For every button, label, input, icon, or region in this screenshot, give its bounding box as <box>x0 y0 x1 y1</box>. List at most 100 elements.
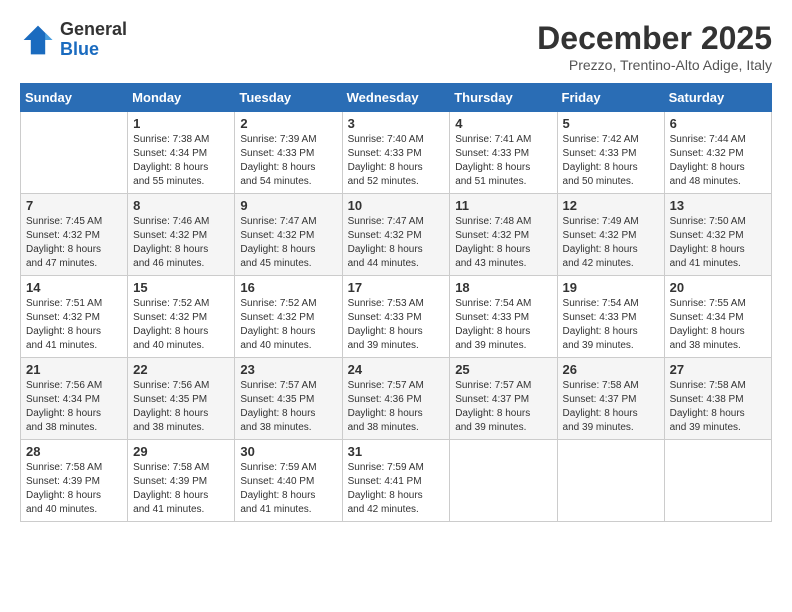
day-cell: 14 Sunrise: 7:51 AMSunset: 4:32 PMDayligh… <box>21 276 128 358</box>
day-cell: 27Sunrise: 7:58 AMSunset: 4:38 PMDayligh… <box>664 358 771 440</box>
day-cell: 20 Sunrise: 7:55 AMSunset: 4:34 PMDayligh… <box>664 276 771 358</box>
day-cell: 30 Sunrise: 7:59 AMSunset: 4:40 PMDayligh… <box>235 440 342 522</box>
day-info: Sunrise: 7:57 AMSunset: 4:37 PMDaylight:… <box>455 379 551 435</box>
week-row-4: 21 Sunrise: 7:56 AMSunset: 4:34 PMDayligh… <box>21 358 772 440</box>
day-cell: 6 Sunrise: 7:44 AMSunset: 4:32 PMDaylight… <box>664 112 771 194</box>
day-cell: 7 Sunrise: 7:45 AMSunset: 4:32 PMDaylight… <box>21 194 128 276</box>
day-cell: 28 Sunrise: 7:58 AMSunset: 4:39 PMDayligh… <box>21 440 128 522</box>
day-info: Sunrise: 7:55 AMSunset: 4:34 PMDaylight:… <box>670 297 766 353</box>
day-number: 7 <box>26 198 122 213</box>
day-number: 5 <box>563 116 659 131</box>
day-info: Sunrise: 7:54 AMSunset: 4:33 PMDaylight:… <box>563 297 659 353</box>
day-info: Sunrise: 7:57 AMSunset: 4:35 PMDaylight:… <box>240 379 336 435</box>
day-info: Sunrise: 7:59 AMSunset: 4:40 PMDaylight:… <box>240 461 336 517</box>
day-number: 18 <box>455 280 551 295</box>
day-number: 2 <box>240 116 336 131</box>
day-cell: 4 Sunrise: 7:41 AMSunset: 4:33 PMDaylight… <box>450 112 557 194</box>
day-number: 21 <box>26 362 122 377</box>
day-cell <box>664 440 771 522</box>
day-info: Sunrise: 7:49 AMSunset: 4:32 PMDaylight:… <box>563 215 659 271</box>
day-number: 26 <box>563 362 659 377</box>
logo-text: General Blue <box>60 20 127 60</box>
day-number: 19 <box>563 280 659 295</box>
day-cell: 2 Sunrise: 7:39 AMSunset: 4:33 PMDaylight… <box>235 112 342 194</box>
day-cell: 11 Sunrise: 7:48 AMSunset: 4:32 PMDayligh… <box>450 194 557 276</box>
logo-blue: Blue <box>60 40 127 60</box>
day-number: 16 <box>240 280 336 295</box>
day-info: Sunrise: 7:44 AMSunset: 4:32 PMDaylight:… <box>670 133 766 189</box>
day-cell <box>450 440 557 522</box>
day-header-monday: Monday <box>128 84 235 112</box>
day-cell: 25 Sunrise: 7:57 AMSunset: 4:37 PMDayligh… <box>450 358 557 440</box>
day-number: 22 <box>133 362 229 377</box>
day-number: 6 <box>670 116 766 131</box>
day-cell: 22 Sunrise: 7:56 AMSunset: 4:35 PMDayligh… <box>128 358 235 440</box>
day-info: Sunrise: 7:58 AMSunset: 4:38 PMDaylight:… <box>670 379 766 435</box>
day-number: 17 <box>348 280 445 295</box>
day-number: 9 <box>240 198 336 213</box>
day-number: 15 <box>133 280 229 295</box>
week-row-5: 28 Sunrise: 7:58 AMSunset: 4:39 PMDayligh… <box>21 440 772 522</box>
day-cell: 9 Sunrise: 7:47 AMSunset: 4:32 PMDaylight… <box>235 194 342 276</box>
day-cell: 1Sunrise: 7:38 AMSunset: 4:34 PMDaylight… <box>128 112 235 194</box>
day-cell: 5Sunrise: 7:42 AMSunset: 4:33 PMDaylight… <box>557 112 664 194</box>
day-info: Sunrise: 7:59 AMSunset: 4:41 PMDaylight:… <box>348 461 445 517</box>
day-info: Sunrise: 7:52 AMSunset: 4:32 PMDaylight:… <box>133 297 229 353</box>
day-number: 30 <box>240 444 336 459</box>
day-info: Sunrise: 7:56 AMSunset: 4:35 PMDaylight:… <box>133 379 229 435</box>
day-info: Sunrise: 7:58 AMSunset: 4:39 PMDaylight:… <box>133 461 229 517</box>
logo: General Blue <box>20 20 127 60</box>
calendar: SundayMondayTuesdayWednesdayThursdayFrid… <box>20 83 772 522</box>
day-info: Sunrise: 7:48 AMSunset: 4:32 PMDaylight:… <box>455 215 551 271</box>
day-info: Sunrise: 7:54 AMSunset: 4:33 PMDaylight:… <box>455 297 551 353</box>
day-cell: 8Sunrise: 7:46 AMSunset: 4:32 PMDaylight… <box>128 194 235 276</box>
day-info: Sunrise: 7:47 AMSunset: 4:32 PMDaylight:… <box>240 215 336 271</box>
day-number: 10 <box>348 198 445 213</box>
day-number: 4 <box>455 116 551 131</box>
day-cell <box>557 440 664 522</box>
day-info: Sunrise: 7:51 AMSunset: 4:32 PMDaylight:… <box>26 297 122 353</box>
subtitle: Prezzo, Trentino-Alto Adige, Italy <box>537 57 772 73</box>
day-header-tuesday: Tuesday <box>235 84 342 112</box>
day-info: Sunrise: 7:45 AMSunset: 4:32 PMDaylight:… <box>26 215 122 271</box>
day-header-wednesday: Wednesday <box>342 84 450 112</box>
week-row-2: 7 Sunrise: 7:45 AMSunset: 4:32 PMDaylight… <box>21 194 772 276</box>
week-row-1: 1Sunrise: 7:38 AMSunset: 4:34 PMDaylight… <box>21 112 772 194</box>
day-number: 24 <box>348 362 445 377</box>
day-number: 28 <box>26 444 122 459</box>
day-number: 29 <box>133 444 229 459</box>
day-cell: 24 Sunrise: 7:57 AMSunset: 4:36 PMDayligh… <box>342 358 450 440</box>
title-area: December 2025 Prezzo, Trentino-Alto Adig… <box>537 20 772 73</box>
day-cell: 26Sunrise: 7:58 AMSunset: 4:37 PMDayligh… <box>557 358 664 440</box>
day-cell: 31 Sunrise: 7:59 AMSunset: 4:41 PMDayligh… <box>342 440 450 522</box>
logo-general: General <box>60 20 127 40</box>
day-number: 25 <box>455 362 551 377</box>
month-title: December 2025 <box>537 20 772 57</box>
day-cell: 3Sunrise: 7:40 AMSunset: 4:33 PMDaylight… <box>342 112 450 194</box>
day-cell: 17Sunrise: 7:53 AMSunset: 4:33 PMDayligh… <box>342 276 450 358</box>
day-cell: 19 Sunrise: 7:54 AMSunset: 4:33 PMDayligh… <box>557 276 664 358</box>
day-info: Sunrise: 7:38 AMSunset: 4:34 PMDaylight:… <box>133 133 229 189</box>
day-header-sunday: Sunday <box>21 84 128 112</box>
day-info: Sunrise: 7:41 AMSunset: 4:33 PMDaylight:… <box>455 133 551 189</box>
day-info: Sunrise: 7:52 AMSunset: 4:32 PMDaylight:… <box>240 297 336 353</box>
day-info: Sunrise: 7:56 AMSunset: 4:34 PMDaylight:… <box>26 379 122 435</box>
day-number: 20 <box>670 280 766 295</box>
day-cell: 23Sunrise: 7:57 AMSunset: 4:35 PMDayligh… <box>235 358 342 440</box>
day-number: 14 <box>26 280 122 295</box>
day-info: Sunrise: 7:39 AMSunset: 4:33 PMDaylight:… <box>240 133 336 189</box>
day-info: Sunrise: 7:58 AMSunset: 4:39 PMDaylight:… <box>26 461 122 517</box>
day-info: Sunrise: 7:57 AMSunset: 4:36 PMDaylight:… <box>348 379 445 435</box>
day-cell: 16 Sunrise: 7:52 AMSunset: 4:32 PMDayligh… <box>235 276 342 358</box>
day-header-friday: Friday <box>557 84 664 112</box>
week-row-3: 14 Sunrise: 7:51 AMSunset: 4:32 PMDayligh… <box>21 276 772 358</box>
header: General Blue December 2025 Prezzo, Trent… <box>20 20 772 73</box>
day-cell: 18 Sunrise: 7:54 AMSunset: 4:33 PMDayligh… <box>450 276 557 358</box>
day-header-saturday: Saturday <box>664 84 771 112</box>
day-number: 8 <box>133 198 229 213</box>
day-cell: 12Sunrise: 7:49 AMSunset: 4:32 PMDayligh… <box>557 194 664 276</box>
day-info: Sunrise: 7:50 AMSunset: 4:32 PMDaylight:… <box>670 215 766 271</box>
day-cell <box>21 112 128 194</box>
day-number: 31 <box>348 444 445 459</box>
day-number: 11 <box>455 198 551 213</box>
